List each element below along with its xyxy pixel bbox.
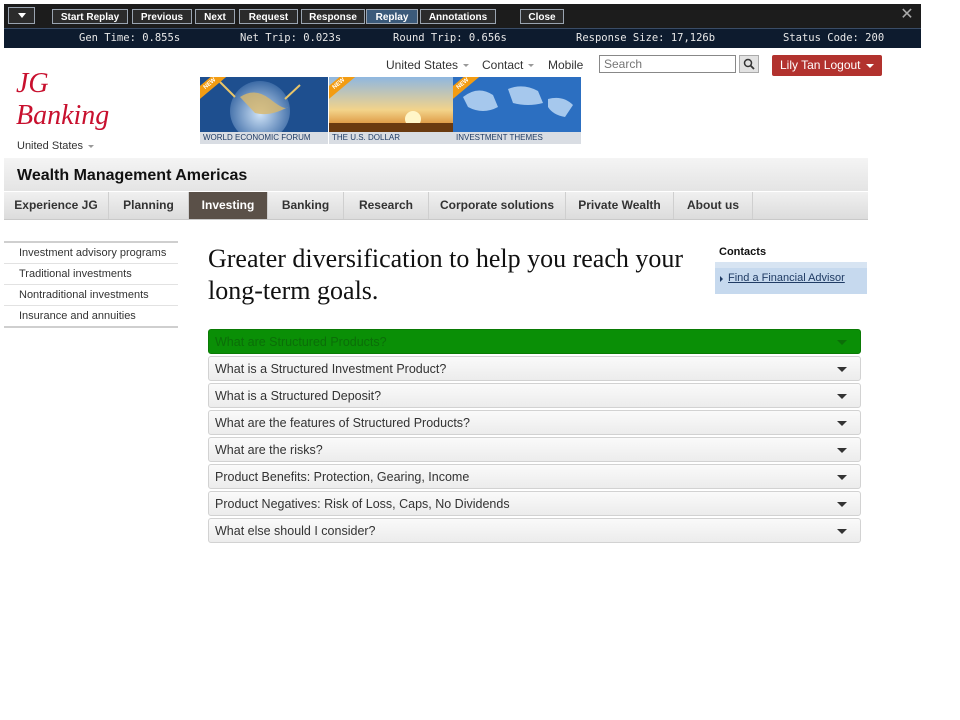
accordion-item[interactable]: What is a Structured Investment Product? — [208, 356, 861, 381]
net-trip: Net Trip: 0.023s — [240, 32, 342, 44]
caret-down-icon — [528, 64, 535, 68]
chevron-down-icon — [837, 421, 847, 426]
caret-down-icon — [463, 64, 470, 68]
contact-label: Contact — [482, 58, 524, 72]
accordion-item[interactable]: What is a Structured Deposit? — [208, 383, 861, 408]
brand-line2: Banking — [16, 100, 110, 131]
menu-dropdown-button[interactable] — [8, 7, 35, 24]
annotations-button[interactable]: Annotations — [420, 9, 496, 24]
section-title: Wealth Management Americas — [17, 167, 248, 184]
nav-private-wealth[interactable]: Private Wealth — [566, 192, 674, 219]
search-input[interactable] — [599, 55, 736, 73]
left-nav-item[interactable]: Traditional investments — [4, 264, 178, 285]
accordion-question: What are Structured Products? — [215, 335, 387, 349]
left-nav-item[interactable]: Nontraditional investments — [4, 285, 178, 306]
chevron-down-icon — [18, 13, 26, 18]
nav-experience-jg[interactable]: Experience JG — [4, 192, 109, 219]
nav-research[interactable]: Research — [344, 192, 429, 219]
world-map-image — [453, 77, 581, 132]
region-label: United States — [386, 58, 459, 72]
status-code: Status Code: 200 — [783, 32, 885, 44]
country-label: United States — [17, 140, 84, 152]
mobile-link[interactable]: Mobile — [548, 58, 583, 72]
brand-line1: JG — [16, 68, 49, 99]
contacts-title: Contacts — [719, 246, 767, 258]
response-size: Response Size: 17,126b — [576, 32, 716, 44]
search-icon — [743, 58, 755, 70]
globe-image — [200, 77, 328, 132]
next-button[interactable]: Next — [195, 9, 235, 24]
chevron-down-icon — [837, 367, 847, 372]
close-button[interactable]: Close — [520, 9, 564, 24]
caret-down-icon — [865, 63, 874, 68]
chevron-down-icon — [837, 529, 847, 534]
accordion-item[interactable]: Product Benefits: Protection, Gearing, I… — [208, 464, 861, 489]
accordion-item[interactable]: What are Structured Products? — [208, 329, 861, 354]
accordion-question: What is a Structured Deposit? — [215, 389, 382, 403]
search-button[interactable] — [739, 55, 759, 73]
start-replay-button[interactable]: Start Replay — [52, 9, 128, 24]
accordion-question: Product Benefits: Protection, Gearing, I… — [215, 470, 470, 484]
accordion-item[interactable]: Product Negatives: Risk of Loss, Caps, N… — [208, 491, 861, 516]
accordion-item[interactable]: What are the risks? — [208, 437, 861, 462]
close-icon[interactable]: ✕ — [899, 7, 915, 23]
replay-toolbar-buttons: Start Replay Previous Next Request Respo… — [4, 4, 921, 29]
replay-button[interactable]: Replay — [366, 9, 418, 24]
sunset-image — [329, 77, 457, 132]
accordion-question: What else should I consider? — [215, 524, 376, 538]
nav-investing[interactable]: Investing — [189, 192, 268, 219]
request-button[interactable]: Request — [239, 9, 298, 24]
main-nav: Experience JG Planning Investing Banking… — [4, 192, 868, 220]
banner-us-dollar[interactable]: NEW THE U.S. DOLLAR — [329, 77, 457, 144]
left-nav: Investment advisory programs Traditional… — [4, 241, 178, 328]
contact-menu[interactable]: Contact — [482, 58, 535, 72]
faq-accordion: What are Structured Products? What is a … — [208, 329, 861, 545]
page-headline: Greater diversification to help you reac… — [208, 244, 684, 305]
accordion-question: What are the risks? — [215, 443, 323, 457]
accordion-question: Product Negatives: Risk of Loss, Caps, N… — [215, 497, 510, 511]
banner-caption: THE U.S. DOLLAR — [329, 132, 457, 144]
chevron-down-icon — [837, 475, 847, 480]
left-nav-item[interactable]: Insurance and annuities — [4, 306, 178, 328]
find-advisor-link[interactable]: Find a Financial Advisor — [728, 272, 845, 284]
banner-caption: INVESTMENT THEMES — [453, 132, 581, 144]
left-nav-item[interactable]: Investment advisory programs — [4, 241, 178, 264]
gen-time: Gen Time: 0.855s — [79, 32, 181, 44]
previous-button[interactable]: Previous — [132, 9, 192, 24]
chevron-down-icon — [837, 502, 847, 507]
brand-logo[interactable]: JG Banking — [16, 68, 109, 132]
banner-caption: WORLD ECONOMIC FORUM — [200, 132, 328, 144]
banner-world-economic-forum[interactable]: NEW WORLD ECONOMIC FORUM — [200, 77, 328, 144]
nav-about-us[interactable]: About us — [674, 192, 753, 219]
caret-down-icon — [88, 144, 95, 148]
arrow-right-icon — [720, 276, 723, 282]
contacts-box: Find a Financial Advisor — [715, 262, 867, 294]
response-button[interactable]: Response — [301, 9, 365, 24]
region-selector[interactable]: United States — [386, 58, 470, 72]
replay-toolbar: Start Replay Previous Next Request Respo… — [4, 4, 921, 48]
round-trip: Round Trip: 0.656s — [393, 32, 507, 44]
nav-planning[interactable]: Planning — [109, 192, 189, 219]
chevron-down-icon — [837, 448, 847, 453]
section-band: Wealth Management Americas — [4, 158, 868, 191]
nav-corporate-solutions[interactable]: Corporate solutions — [429, 192, 566, 219]
nav-banking[interactable]: Banking — [268, 192, 344, 219]
country-selector[interactable]: United States — [17, 140, 95, 152]
replay-stats: Gen Time: 0.855s Net Trip: 0.023s Round … — [4, 29, 921, 48]
logout-button[interactable]: Lily Tan Logout — [772, 55, 882, 76]
chevron-down-icon — [837, 394, 847, 399]
accordion-item[interactable]: What are the features of Structured Prod… — [208, 410, 861, 435]
chevron-down-icon — [837, 340, 847, 345]
banner-investment-themes[interactable]: NEW INVESTMENT THEMES — [453, 77, 581, 144]
logout-label: Lily Tan Logout — [780, 58, 861, 72]
accordion-item[interactable]: What else should I consider? — [208, 518, 861, 543]
accordion-question: What is a Structured Investment Product? — [215, 362, 447, 376]
accordion-question: What are the features of Structured Prod… — [215, 416, 470, 430]
